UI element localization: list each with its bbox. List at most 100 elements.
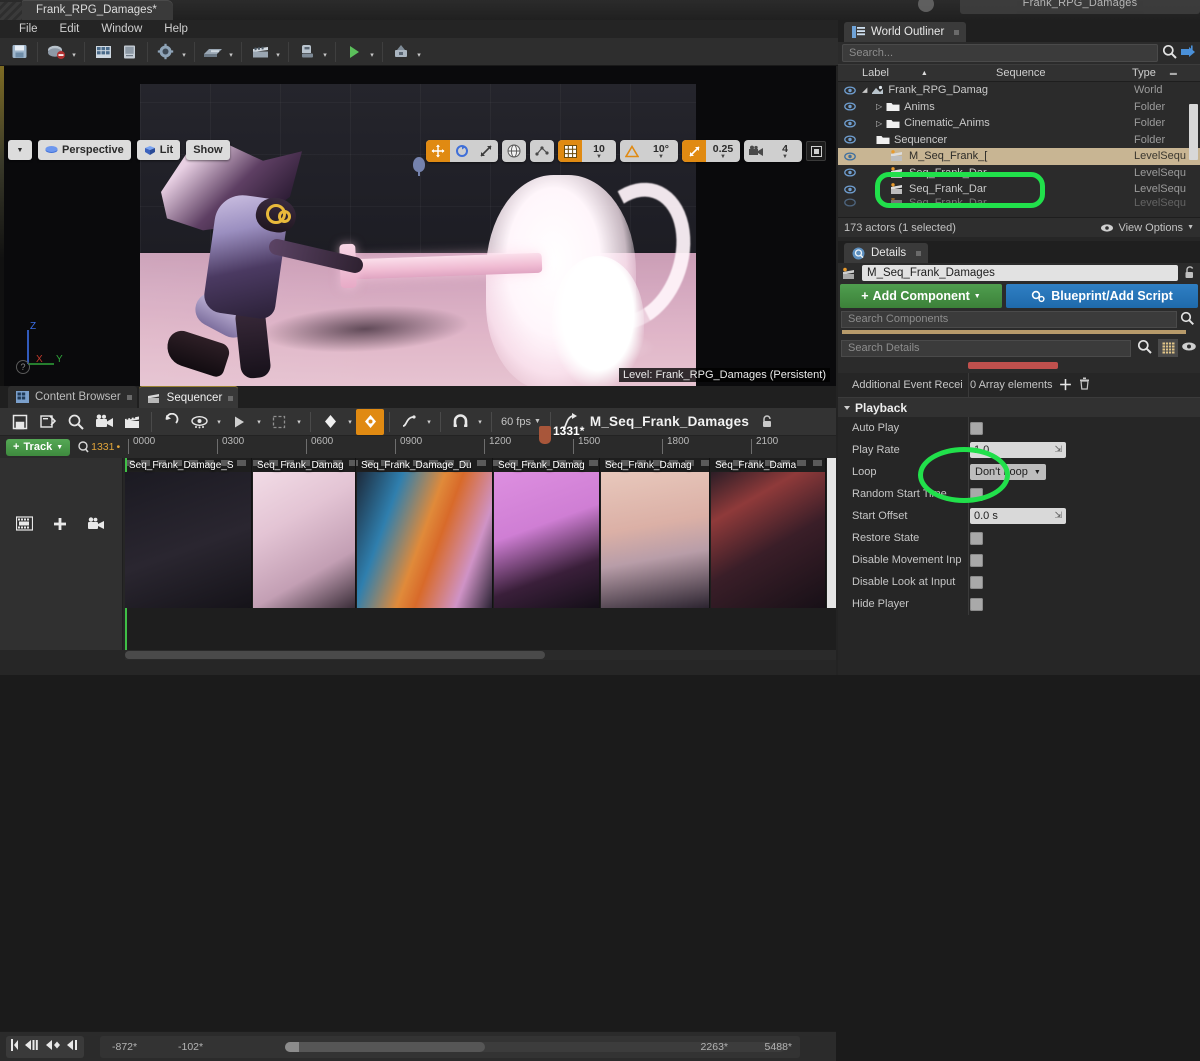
grid-snap-toggle[interactable] (558, 140, 582, 162)
curve-editor-icon[interactable] (395, 409, 423, 435)
table-row[interactable]: Seq_Frank_Dar LevelSequ (838, 165, 1200, 182)
column-label[interactable]: Label ▲ (862, 67, 928, 79)
launch-icon[interactable] (388, 40, 414, 64)
world-space-button[interactable] (502, 140, 526, 162)
unlock-icon[interactable] (1183, 265, 1196, 282)
loop-marker[interactable]: 1331 • (78, 441, 120, 453)
eye-icon[interactable] (185, 409, 213, 435)
expand-arrow-icon[interactable]: ▷ (876, 102, 882, 111)
disable-look-at-input-checkbox[interactable] (970, 576, 983, 589)
outliner-rows[interactable]: ◢ Frank_RPG_Damag World ▷ Anims Folder (838, 82, 1200, 217)
track-area-horizontal-scrollbar[interactable] (125, 650, 836, 660)
jump-to-start-icon[interactable] (10, 1038, 19, 1055)
translate-mode-button[interactable] (426, 140, 450, 162)
expand-arrow-icon[interactable]: ▷ (876, 119, 882, 128)
range-end-value[interactable]: 5488* (765, 1041, 792, 1053)
launch-caret-icon[interactable]: ▾ (414, 40, 424, 64)
menu-edit[interactable]: Edit (49, 20, 91, 38)
visibility-eye-icon[interactable] (844, 119, 856, 128)
content-icon[interactable] (90, 40, 116, 64)
visibility-eye-icon[interactable] (844, 102, 856, 111)
settings-icon[interactable] (153, 40, 179, 64)
lock-icon[interactable] (753, 409, 781, 435)
camera-icon[interactable] (87, 517, 105, 534)
disable-movement-input-checkbox[interactable] (970, 554, 983, 567)
add-filter-icon[interactable] (1181, 45, 1196, 62)
grid-snap-value[interactable]: 10 ▼ (582, 140, 616, 162)
menu-file[interactable]: File (8, 20, 49, 38)
rotation-snap-toggle[interactable] (620, 140, 644, 162)
visibility-eye-icon[interactable] (844, 185, 856, 194)
add-array-element-icon[interactable]: ＋ (1059, 380, 1073, 390)
plus-icon[interactable] (53, 517, 67, 534)
shot-section[interactable]: Seq_Frank_Damag (494, 458, 600, 608)
shot-section[interactable]: Seq_Frank_Damag (601, 458, 710, 608)
visibility-eye-icon[interactable] (844, 168, 856, 177)
details-eye-button[interactable] (1181, 341, 1197, 355)
play-options-caret-icon[interactable]: ▾ (253, 409, 265, 435)
magnet-caret-icon[interactable]: ▾ (474, 409, 486, 435)
menu-help[interactable]: Help (153, 20, 199, 38)
clapperboard-icon[interactable] (118, 409, 146, 435)
spinner-arrows-icon[interactable]: ⇲ (1054, 444, 1062, 455)
project-tab[interactable]: Frank_RPG_Damages* (22, 0, 173, 20)
surface-snap-button[interactable] (530, 140, 554, 162)
table-row[interactable]: ◢ Frank_RPG_Damag World (838, 82, 1200, 99)
rotation-snap-value[interactable]: 10° ▼ (644, 140, 678, 162)
sequencer-time-ruler[interactable]: 0000 0300 0600 0900 1200 1500 1800 2100 … (125, 436, 836, 458)
close-icon[interactable] (228, 396, 233, 401)
auto-play-checkbox[interactable] (970, 422, 983, 435)
tab-content-browser[interactable]: Content Browser (8, 386, 137, 408)
rotate-mode-button[interactable] (450, 140, 474, 162)
start-offset-input[interactable]: 0.0 s ⇲ (970, 508, 1066, 524)
add-component-button[interactable]: + Add Component ▼ (840, 284, 1002, 308)
show-menu-button[interactable]: Show (186, 140, 229, 160)
visibility-eye-icon[interactable] (844, 198, 856, 207)
playhead-handle[interactable] (539, 426, 551, 444)
save-all-icon[interactable] (6, 40, 32, 64)
range-out-value[interactable]: 2263* (701, 1041, 728, 1053)
camera-speed-value[interactable]: 4 ▼ (768, 140, 802, 162)
playback-section-header[interactable]: Playback (838, 397, 1200, 417)
tab-sequencer[interactable]: Sequencer (139, 386, 239, 408)
selection-caret-icon[interactable]: ▾ (293, 409, 305, 435)
selection-icon[interactable] (265, 409, 293, 435)
expand-arrow-icon[interactable]: ◢ (862, 86, 867, 94)
track-area-vertical-scrollbar[interactable] (827, 458, 836, 608)
source-control-caret-icon[interactable]: ▾ (69, 40, 79, 64)
close-icon[interactable] (916, 251, 921, 256)
sequencer-track-area[interactable]: Seq_Frank_Damage_S Seq_Frank_Damag Seq_F… (125, 458, 836, 650)
outliner-search-input[interactable]: Search... (842, 44, 1158, 62)
range-slider-left-grip[interactable] (285, 1042, 299, 1052)
shot-section[interactable]: Seq_Frank_Damag (253, 458, 356, 608)
table-row[interactable]: ▷ Cinematic_Anims Folder (838, 115, 1200, 132)
step-back-icon[interactable] (24, 1038, 40, 1055)
table-row[interactable]: ▷ Anims Folder (838, 99, 1200, 116)
playback-range-bar[interactable]: -872* -102* 2263* 5488* (100, 1036, 800, 1058)
find-icon[interactable] (62, 409, 90, 435)
view-options-button[interactable]: View Options ▼ (1100, 222, 1194, 234)
play-options-icon[interactable] (225, 409, 253, 435)
magnet-icon[interactable] (446, 409, 474, 435)
cinematics-caret-icon[interactable]: ▾ (273, 40, 283, 64)
scale-mode-button[interactable] (474, 140, 498, 162)
play-icon[interactable] (341, 40, 367, 64)
undo-icon[interactable] (157, 409, 185, 435)
details-grid-view-button[interactable] (1158, 339, 1178, 357)
scrollbar-thumb[interactable] (125, 651, 545, 659)
delete-array-icon[interactable] (1079, 377, 1090, 393)
table-row[interactable]: Seq_Frank_Dar LevelSequ (838, 181, 1200, 198)
blueprints-icon[interactable] (200, 40, 226, 64)
blueprint-add-script-button[interactable]: Blueprint/Add Script (1006, 284, 1198, 308)
marketplace-icon[interactable] (116, 40, 142, 64)
column-type[interactable]: Type ▬ (1132, 67, 1177, 79)
range-start-value[interactable]: -872* (112, 1041, 137, 1053)
close-icon[interactable] (127, 395, 132, 400)
viewport-options-button[interactable]: ▼ (8, 140, 32, 160)
add-track-button[interactable]: + Track ▼ (6, 439, 70, 456)
build-icon[interactable] (294, 40, 320, 64)
range-in-value[interactable]: -102* (178, 1041, 203, 1053)
table-row[interactable]: Seq_Frank_Dar LevelSequ (838, 198, 1200, 208)
camera-icon[interactable] (90, 409, 118, 435)
frame-rate-dropdown[interactable]: 60 fps ▼ (497, 416, 545, 428)
